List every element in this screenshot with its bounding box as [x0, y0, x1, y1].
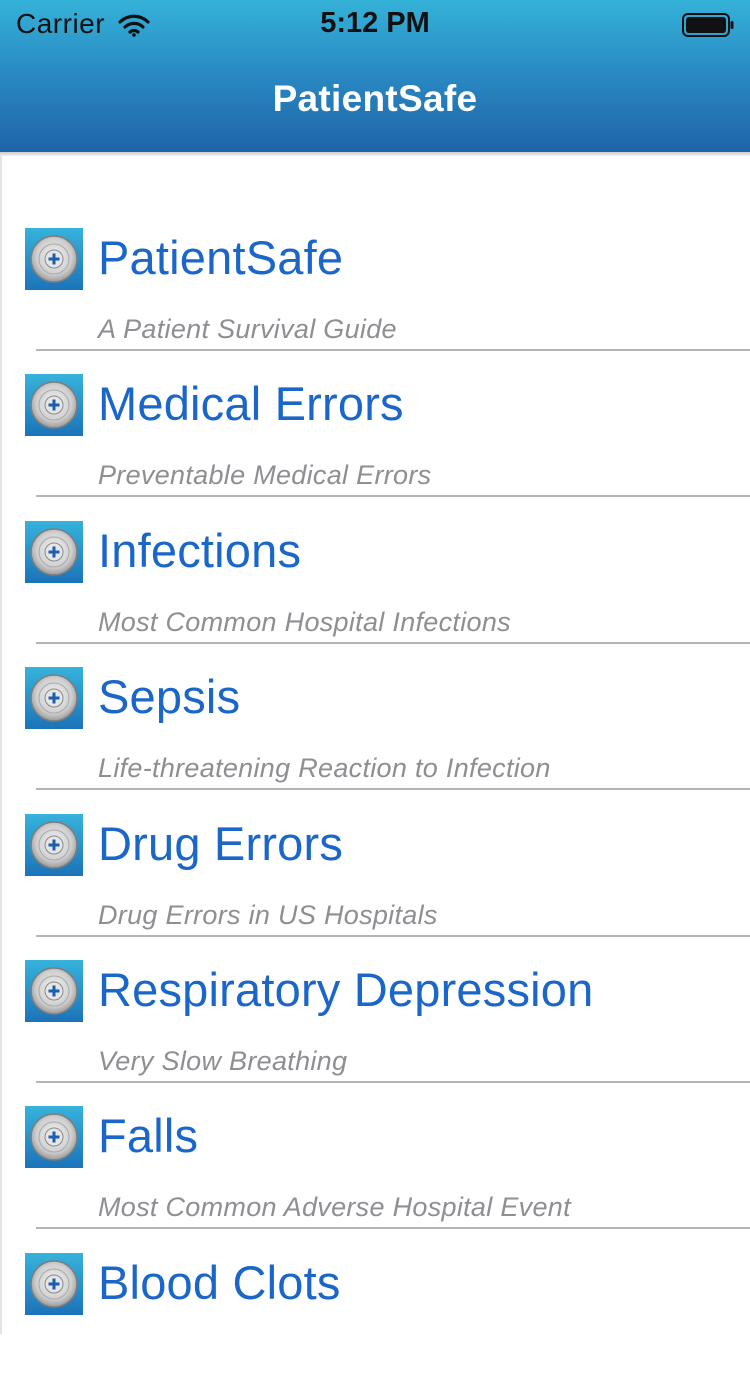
list-item-subtitle: Very Slow Breathing [98, 1046, 348, 1076]
list-item-title: Infections [98, 524, 302, 577]
list-item-subtitle: Most Common Adverse Hospital Event [98, 1192, 571, 1222]
list-item[interactable]: PatientSafe A Patient Survival Guide [0, 228, 750, 374]
navigation-header: Carrier 5:12 PM PatientSafe [0, 0, 750, 152]
status-bar: Carrier 5:12 PM [0, 0, 750, 50]
header-divider [0, 152, 750, 156]
app-logo-icon [25, 374, 83, 436]
app-logo-icon [25, 1253, 83, 1315]
row-separator [36, 495, 750, 497]
list-item-title: Respiratory Depression [98, 963, 594, 1016]
app-logo-icon [25, 960, 83, 1022]
app-logo-icon [25, 1106, 83, 1168]
list-item-title: Drug Errors [98, 817, 344, 870]
nav-title: PatientSafe [272, 78, 478, 119]
app-logo-icon [25, 521, 83, 583]
app-logo-icon [25, 814, 83, 876]
list-item[interactable]: Drug Errors Drug Errors in US Hospitals [0, 814, 750, 960]
list-item-subtitle: Drug Errors in US Hospitals [98, 900, 438, 930]
list-item-subtitle: Preventable Medical Errors [98, 460, 432, 490]
list-item[interactable]: Respiratory Depression Very Slow Breathin… [0, 960, 750, 1106]
battery-icon [682, 12, 734, 37]
list-item[interactable]: Infections Most Common Hospital Infection… [0, 521, 750, 667]
list-item-title: PatientSafe [98, 231, 344, 284]
list-item[interactable]: Medical Errors Preventable Medical Errors [0, 374, 750, 520]
status-time: 5:12 PM [320, 7, 430, 39]
row-separator [36, 935, 750, 937]
app-logo-icon [25, 228, 83, 290]
list-item-subtitle: Life-threatening Reaction to Infection [98, 753, 551, 783]
row-separator [36, 788, 750, 790]
list-item-title: Blood Clots [98, 1256, 341, 1309]
list-item[interactable]: Sepsis Life-threatening Reaction to Infec… [0, 667, 750, 813]
list-item[interactable]: Falls Most Common Adverse Hospital Event [0, 1106, 750, 1252]
row-separator [36, 349, 750, 351]
list-item-subtitle: A Patient Survival Guide [98, 314, 397, 344]
list-item-title: Medical Errors [98, 377, 404, 430]
row-separator [36, 642, 750, 644]
row-separator [36, 1227, 750, 1229]
app-logo-icon [25, 667, 83, 729]
list-item-subtitle: Most Common Hospital Infections [98, 607, 511, 637]
list-item-title: Sepsis [98, 670, 241, 723]
list-item[interactable]: Blood Clots [0, 1253, 750, 1399]
list-item-title: Falls [98, 1109, 199, 1162]
row-separator [36, 1081, 750, 1083]
